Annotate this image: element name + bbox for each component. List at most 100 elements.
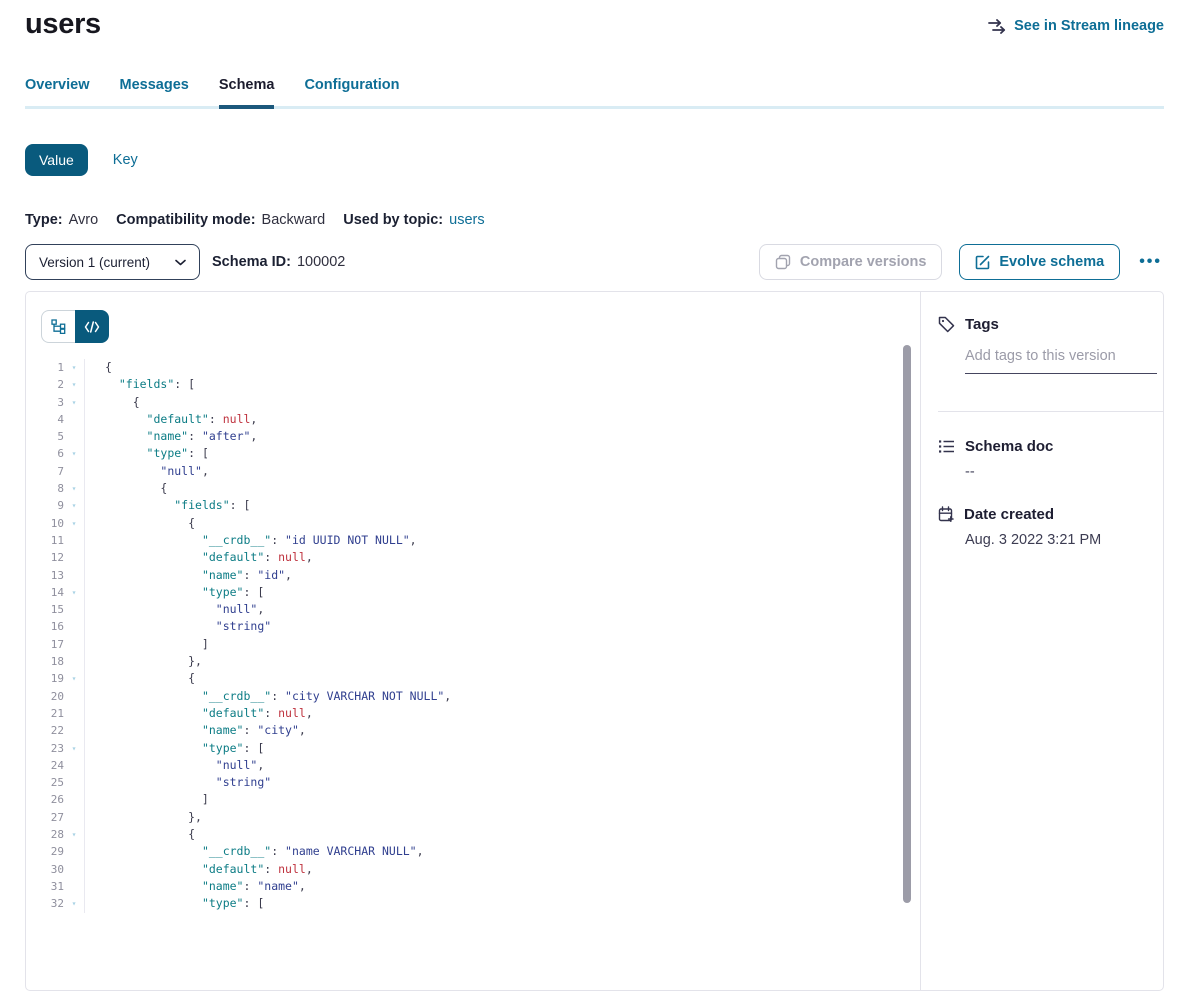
type-value: Avro [69, 212, 99, 228]
code-line: 9▾ "fields": [ [26, 497, 920, 514]
line-number: 18 [26, 653, 64, 670]
fold-arrow-icon[interactable]: ▾ [64, 515, 84, 532]
stream-lineage-label: See in Stream lineage [1014, 18, 1164, 34]
code-text: { [84, 480, 920, 497]
schema-doc-section: Schema doc -- [938, 438, 1163, 480]
code-text: "type": [ [84, 584, 920, 601]
code-line: 2▾ "fields": [ [26, 376, 920, 393]
line-number: 13 [26, 567, 64, 584]
fold-arrow-icon[interactable]: ▾ [64, 584, 84, 601]
tab-schema[interactable]: Schema [219, 77, 275, 106]
code-line: 27 }, [26, 809, 920, 826]
tab-configuration[interactable]: Configuration [304, 77, 399, 106]
date-created-value: Aug. 3 2022 3:21 PM [965, 532, 1163, 548]
fold-arrow-icon[interactable]: ▾ [64, 394, 84, 411]
code-text: "fields": [ [84, 497, 920, 514]
schema-sidebar: Tags Schema doc -- [920, 292, 1163, 990]
type-label: Type: [25, 212, 63, 228]
fold-arrow-icon[interactable]: ▾ [64, 497, 84, 514]
schema-view-toggle [41, 310, 109, 343]
code-line: 17 ] [26, 636, 920, 653]
tab-messages[interactable]: Messages [120, 77, 189, 106]
code-line: 31 "name": "name", [26, 878, 920, 895]
line-number: 4 [26, 411, 64, 428]
schema-editor[interactable]: 1▾{2▾ "fields": [3▾ {4 "default": null,5… [26, 359, 920, 913]
code-line: 8▾ { [26, 480, 920, 497]
schema-id-value: 100002 [297, 254, 345, 270]
line-number: 31 [26, 878, 64, 895]
code-line: 15 "null", [26, 601, 920, 618]
compare-versions-button[interactable]: Compare versions [759, 244, 943, 280]
line-number: 23 [26, 740, 64, 757]
date-created-section: Date created Aug. 3 2022 3:21 PM [938, 506, 1163, 548]
fold-spacer [64, 861, 84, 878]
topic-link[interactable]: users [449, 212, 484, 228]
editor-scrollbar-thumb[interactable] [903, 345, 911, 903]
fold-arrow-icon[interactable]: ▾ [64, 740, 84, 757]
version-select[interactable]: Version 1 (current) [25, 244, 200, 280]
line-number: 27 [26, 809, 64, 826]
line-number: 15 [26, 601, 64, 618]
code-text: "type": [ [84, 445, 920, 462]
fold-spacer [64, 618, 84, 635]
schema-detail-panel: 1▾{2▾ "fields": [3▾ {4 "default": null,5… [25, 291, 1164, 991]
line-number: 7 [26, 463, 64, 480]
code-line: 32▾ "type": [ [26, 895, 920, 912]
fold-spacer [64, 705, 84, 722]
code-text: { [84, 670, 920, 687]
code-text: "__crdb__": "name VARCHAR NULL", [84, 843, 920, 860]
evolve-schema-button[interactable]: Evolve schema [959, 244, 1120, 280]
line-number: 29 [26, 843, 64, 860]
value-toggle-button[interactable]: Value [25, 144, 88, 176]
code-text: }, [84, 653, 920, 670]
code-text: "__crdb__": "city VARCHAR NOT NULL", [84, 688, 920, 705]
fold-arrow-icon[interactable]: ▾ [64, 826, 84, 843]
fold-arrow-icon[interactable]: ▾ [64, 376, 84, 393]
tab-overview[interactable]: Overview [25, 77, 90, 106]
code-line: 19▾ { [26, 670, 920, 687]
tree-icon [51, 319, 66, 334]
compatibility-label: Compatibility mode: [116, 212, 255, 228]
line-number: 21 [26, 705, 64, 722]
key-toggle-button[interactable]: Key [113, 152, 138, 168]
code-text: "default": null, [84, 705, 920, 722]
tags-section: Tags [938, 316, 1163, 412]
schema-id-label: Schema ID: [212, 254, 291, 270]
line-number: 22 [26, 722, 64, 739]
code-line: 25 "string" [26, 774, 920, 791]
fold-arrow-icon[interactable]: ▾ [64, 670, 84, 687]
code-text: "fields": [ [84, 376, 920, 393]
tree-view-button[interactable] [41, 310, 75, 343]
line-number: 8 [26, 480, 64, 497]
code-line: 6▾ "type": [ [26, 445, 920, 462]
line-number: 9 [26, 497, 64, 514]
used-by-topic-label: Used by topic: [343, 212, 443, 228]
code-view-button[interactable] [75, 310, 109, 343]
more-actions-button[interactable]: ••• [1137, 253, 1164, 271]
stream-lineage-link[interactable]: See in Stream lineage [988, 18, 1164, 34]
date-created-heading-row: Date created [938, 506, 1163, 523]
code-line: 7 "null", [26, 463, 920, 480]
fold-spacer [64, 567, 84, 584]
fold-arrow-icon[interactable]: ▾ [64, 359, 84, 376]
code-line: 16 "string" [26, 618, 920, 635]
fold-spacer [64, 549, 84, 566]
code-line: 20 "__crdb__": "city VARCHAR NOT NULL", [26, 688, 920, 705]
value-key-toggle: Value Key [25, 144, 1164, 176]
code-line: 26 ] [26, 791, 920, 808]
code-line: 18 }, [26, 653, 920, 670]
add-tags-input[interactable] [965, 348, 1157, 374]
code-text: "name": "city", [84, 722, 920, 739]
sidebar-divider [938, 411, 1163, 412]
fold-spacer [64, 532, 84, 549]
fold-arrow-icon[interactable]: ▾ [64, 895, 84, 912]
compatibility-meta: Compatibility mode: Backward [116, 212, 325, 228]
fold-arrow-icon[interactable]: ▾ [64, 480, 84, 497]
code-text: { [84, 826, 920, 843]
schema-page: users See in Stream lineage Overview Mess… [0, 0, 1189, 991]
fold-arrow-icon[interactable]: ▾ [64, 445, 84, 462]
schema-code-section: 1▾{2▾ "fields": [3▾ {4 "default": null,5… [26, 292, 920, 990]
code-line: 28▾ { [26, 826, 920, 843]
stream-lineage-icon [988, 19, 1006, 34]
fold-spacer [64, 428, 84, 445]
